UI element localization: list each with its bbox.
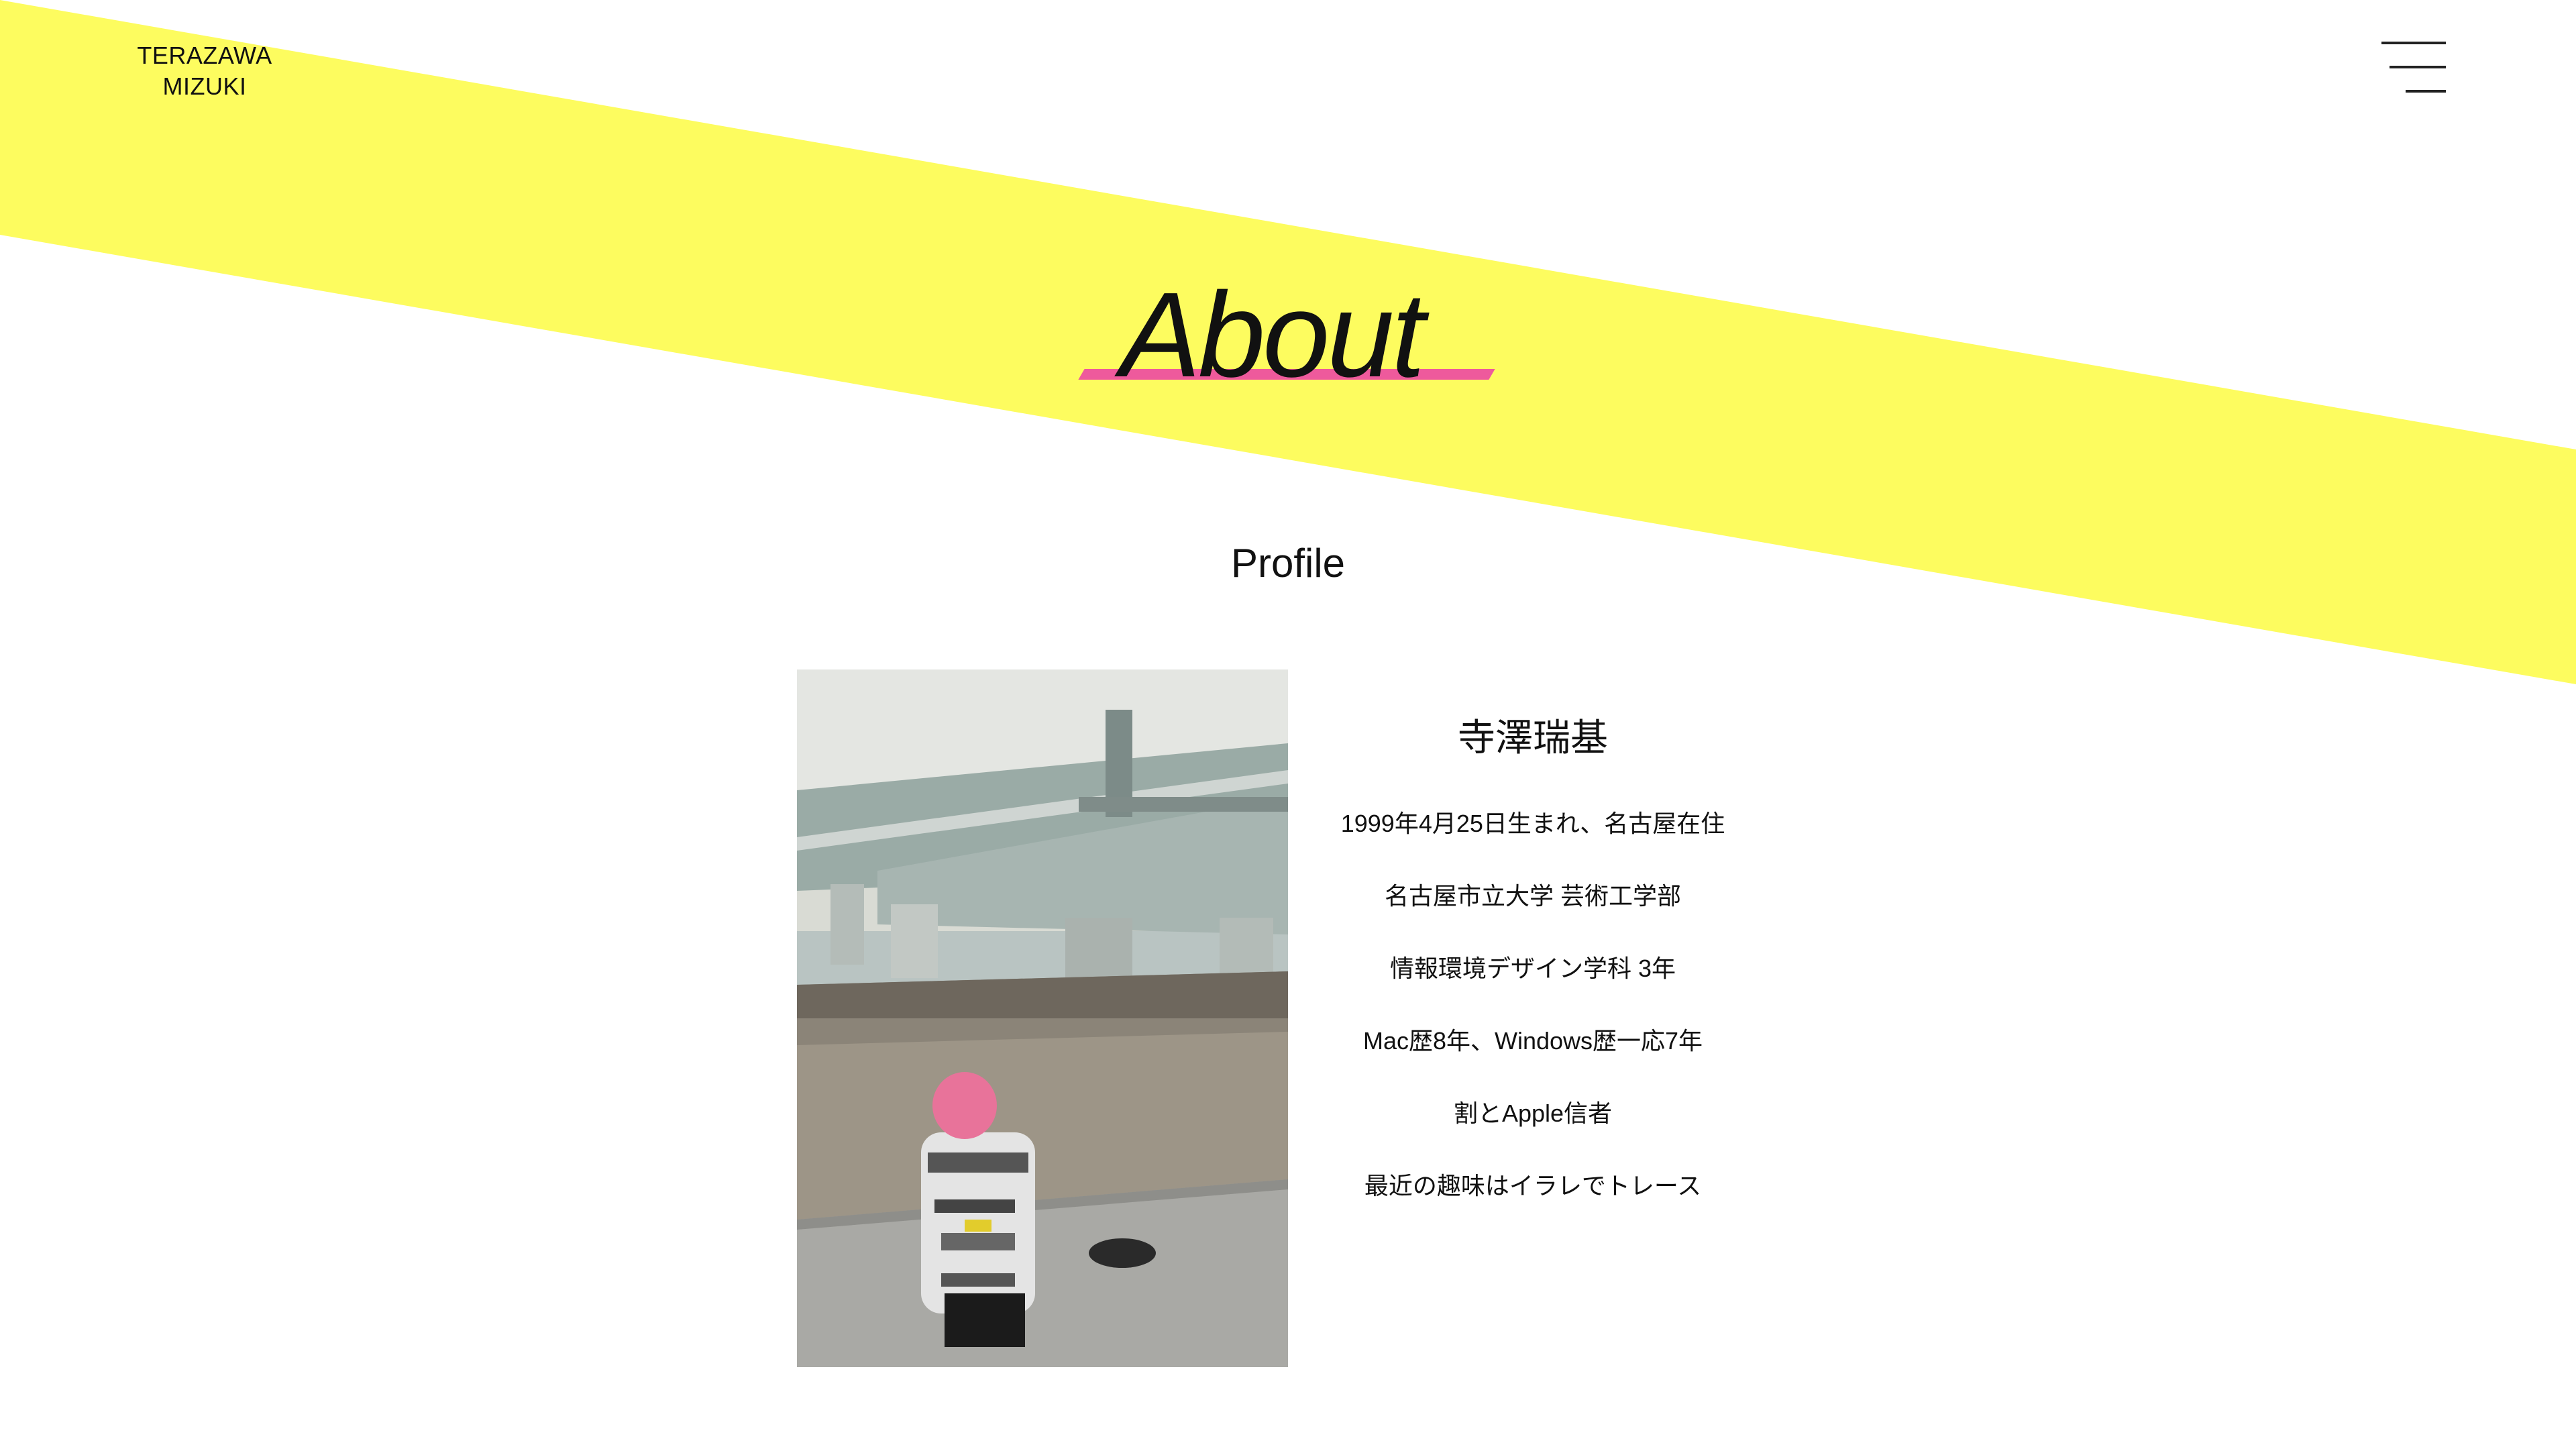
profile-line-experience: Mac歴8年、Windows歴一応7年 [1362, 1027, 1703, 1055]
profile-line-university: 名古屋市立大学 芸術工学部 [1384, 882, 1681, 910]
profile-line-department: 情報環境デザイン学科 3年 [1389, 955, 1676, 982]
menu-line-bottom [2406, 90, 2446, 93]
page-title: About [1120, 268, 1425, 402]
yellow-diagonal-band [0, 0, 2576, 684]
logo-line-2: MIZUKI [162, 72, 247, 100]
about-heading: About [1078, 268, 1496, 402]
logo-line-1: TERAZAWA [137, 42, 272, 69]
profile-photo [797, 669, 1288, 1367]
profile-heading: Profile [1230, 541, 1346, 586]
profile-line-apple: 割とApple信者 [1453, 1099, 1613, 1127]
profile-line-birth: 1999年4月25日生まれ、名古屋在住 [1340, 810, 1725, 837]
hamburger-menu-icon[interactable] [2375, 38, 2450, 105]
site-logo[interactable]: TERAZAWA MIZUKI [107, 40, 302, 102]
profile-line-hobby: 最近の趣味はイラレでトレース [1364, 1172, 1702, 1199]
profile-name: 寺澤瑞基 [1458, 716, 1608, 759]
profile-info: 寺澤瑞基 1999年4月25日生まれ、名古屋在住 名古屋市立大学 芸術工学部 情… [1335, 711, 1731, 1245]
menu-line-middle [2390, 66, 2446, 68]
menu-line-top [2381, 42, 2446, 44]
about-page: TERAZAWA MIZUKI About Profile 寺澤瑞基 1999年… [0, 0, 2576, 1449]
